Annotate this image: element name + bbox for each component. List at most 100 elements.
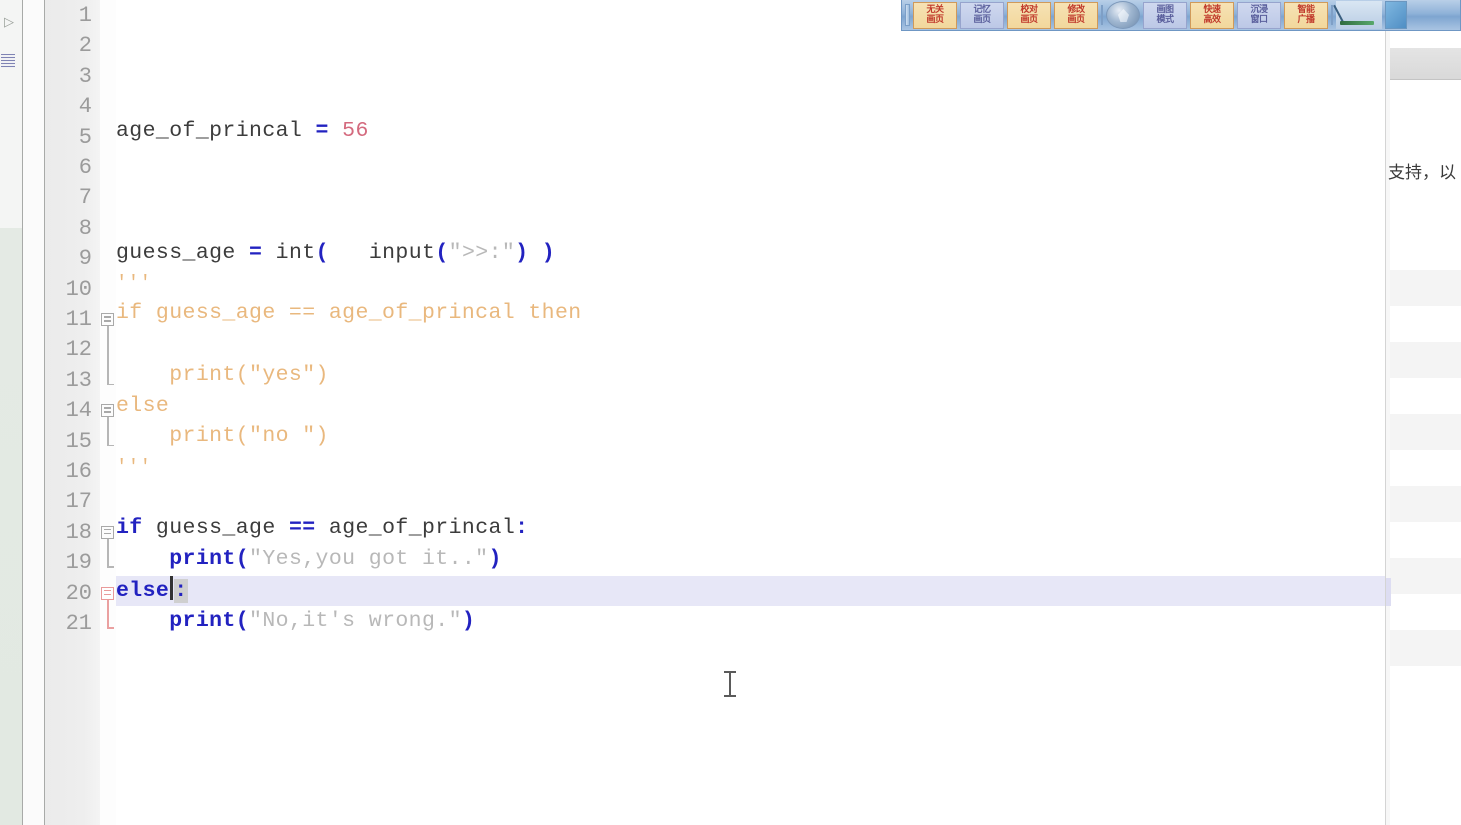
ime-button-label-bottom: 高效	[1203, 15, 1221, 25]
line-number-20[interactable]: 20	[46, 579, 92, 609]
code-line-13[interactable]: print("yes")	[116, 360, 1385, 390]
ime-button-label-bottom: 窗口	[1250, 15, 1268, 25]
line-number-14[interactable]: 14	[46, 396, 92, 426]
token-identifier: age_of_princal	[328, 516, 516, 540]
ime-separator	[1101, 5, 1103, 25]
code-line-16[interactable]: '''	[116, 452, 1385, 482]
code-line-18[interactable]: if guess_age == age_of_princal:	[116, 513, 1385, 543]
line-number-21[interactable]: 21	[46, 609, 92, 639]
code-line-15[interactable]: print("no ")	[116, 421, 1385, 451]
right-panel-row-list[interactable]	[1390, 270, 1461, 702]
code-line-11[interactable]: if guess_age == age_of_princal then	[116, 298, 1385, 328]
right-panel-row[interactable]	[1390, 522, 1461, 558]
right-panel-row[interactable]	[1390, 414, 1461, 450]
ime-button-b8[interactable]: 沉浸 窗口	[1237, 1, 1281, 29]
screen-root: ▷ 1 2 3 4 5 6 7 8 9 10 11 12 13 14 15 16 17 18 19 20 21 age_…	[0, 0, 1461, 825]
line-number-4[interactable]: 4	[46, 92, 92, 122]
right-panel-row[interactable]	[1390, 666, 1461, 702]
code-line-10[interactable]: '''	[116, 268, 1385, 298]
token-open-paren: (	[435, 241, 449, 265]
ime-button-b2[interactable]: 记忆 画页	[960, 1, 1004, 29]
ime-button-b6[interactable]: 画图 模式	[1143, 1, 1187, 29]
ime-drag-handle[interactable]	[905, 4, 910, 26]
line-number-3[interactable]: 3	[46, 62, 92, 92]
line-number-18[interactable]: 18	[46, 518, 92, 548]
pen-tool-icon[interactable]	[1336, 1, 1382, 29]
line-number-17[interactable]: 17	[46, 487, 92, 517]
left-strip-gap	[23, 0, 44, 825]
line-number-6[interactable]: 6	[46, 153, 92, 183]
token-keyword-if: if	[116, 516, 143, 540]
fold-toggle-line-18[interactable]	[101, 525, 114, 539]
right-panel-row[interactable]	[1390, 342, 1461, 378]
token-comment-open: '''	[116, 272, 152, 294]
right-panel-row[interactable]	[1390, 270, 1461, 306]
ime-button-b9[interactable]: 智能 广播	[1284, 1, 1328, 29]
right-side-panel[interactable]: 支持，以	[1385, 0, 1461, 825]
code-line-20[interactable]: else:	[116, 576, 1385, 606]
globe-icon[interactable]	[1106, 1, 1140, 29]
token-close-paren: )	[461, 609, 476, 633]
fold-toggle-line-14[interactable]	[101, 404, 114, 418]
fold-toggle-line-11[interactable]	[101, 313, 114, 326]
code-line-19[interactable]: print("Yes,you got it..")	[116, 544, 1385, 574]
code-fold-column[interactable]	[100, 0, 116, 825]
ime-button-b1[interactable]: 无关 画页	[913, 1, 957, 29]
token-open-paren: (	[315, 241, 329, 265]
left-tool-strip[interactable]: ▷	[0, 0, 22, 825]
document-icon[interactable]	[1, 54, 15, 68]
right-panel-row[interactable]	[1390, 594, 1461, 630]
line-number-13[interactable]: 13	[46, 366, 92, 396]
ime-button-b7[interactable]: 快速 高效	[1190, 1, 1234, 29]
right-panel-row[interactable]	[1390, 450, 1461, 486]
line-number-11[interactable]: 11	[46, 305, 92, 335]
token-int-call: int	[275, 241, 316, 265]
fold-guide-foot-20	[107, 627, 114, 629]
line-number-7[interactable]: 7	[46, 183, 92, 213]
code-line-9[interactable]: guess_age = int( input(">>:") )	[116, 238, 1385, 268]
line-number-2[interactable]: 2	[46, 31, 92, 61]
token-colon: :	[515, 516, 529, 540]
token-comment: if guess_age == age_of_princal then	[116, 301, 582, 325]
token-identifier: guess_age	[155, 516, 276, 540]
ime-button-label-bottom: 画页	[973, 15, 991, 25]
code-line-5[interactable]: age_of_princal = 56	[116, 116, 1385, 146]
line-number-15[interactable]: 15	[46, 427, 92, 457]
line-number-5[interactable]: 5	[46, 123, 92, 153]
chinese-ime-toolbar[interactable]: 无关 画页 记忆 画页 校对 画页 修改 画页 画图 模式 快速 高效 沉浸 窗口 智能 广播	[901, 0, 1461, 31]
right-panel-row[interactable]	[1390, 306, 1461, 342]
token-keyword-else: else	[116, 579, 170, 603]
ime-button-b3[interactable]: 校对 画页	[1007, 1, 1051, 29]
token-colon: :	[174, 579, 188, 603]
line-number-1[interactable]: 1	[46, 1, 92, 31]
code-line-21[interactable]: print("No,it's wrong.")	[116, 606, 1385, 636]
fold-toggle-line-20[interactable]	[101, 586, 114, 600]
line-number-10[interactable]: 10	[46, 275, 92, 305]
app-icon[interactable]	[1385, 1, 1407, 29]
line-number-8[interactable]: 8	[46, 214, 92, 244]
right-panel-row[interactable]	[1390, 486, 1461, 522]
fold-guide-line-11	[107, 326, 109, 384]
right-panel-text: 支持，以	[1388, 163, 1456, 183]
line-number-19[interactable]: 19	[46, 548, 92, 578]
code-line-14[interactable]: else	[116, 391, 1385, 421]
right-panel-row[interactable]	[1390, 558, 1461, 594]
right-panel-row[interactable]	[1390, 630, 1461, 666]
right-panel-row[interactable]	[1390, 378, 1461, 414]
token-comment: else	[116, 394, 170, 418]
ime-button-label-top: 校对	[1020, 5, 1038, 15]
expand-arrow-icon[interactable]: ▷	[1, 14, 17, 30]
line-number-9[interactable]: 9	[46, 244, 92, 274]
code-editor-area[interactable]: age_of_princal = 56 guess_age = int( inp…	[116, 0, 1385, 825]
ime-button-label-top: 修改	[1067, 5, 1085, 15]
ime-button-label-bottom: 画页	[1020, 15, 1038, 25]
ime-button-label-bottom: 广播	[1297, 15, 1315, 25]
ime-button-b4[interactable]: 修改 画页	[1054, 1, 1098, 29]
token-number: 56	[342, 119, 369, 143]
line-number-16[interactable]: 16	[46, 457, 92, 487]
line-number-12[interactable]: 12	[46, 335, 92, 365]
line-number-gutter[interactable]: 1 2 3 4 5 6 7 8 9 10 11 12 13 14 15 16 17 18 19 20 21	[45, 0, 100, 825]
